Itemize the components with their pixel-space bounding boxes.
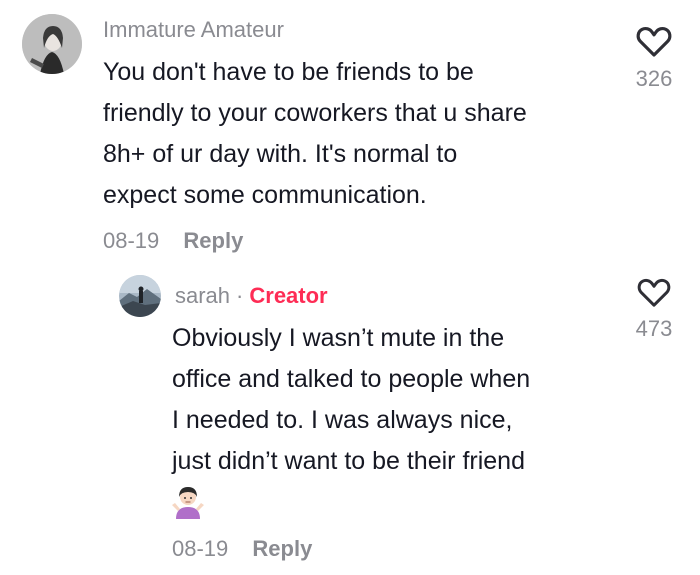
comment-line: You don't have to be friends to be (103, 58, 474, 86)
reply-like-count: 473 (635, 316, 673, 341)
reply-line: Obviously I wasn’t mute in the (172, 324, 505, 352)
creator-badge: Creator (249, 283, 328, 308)
reply-avatar[interactable] (119, 275, 161, 317)
comment-date: 08-19 (103, 228, 160, 253)
comment-line: 8h+ of ur day with. It's normal to (103, 140, 458, 168)
separator-dot: · (236, 283, 244, 308)
comment-line: friendly to your coworkers that u share (103, 99, 527, 127)
reply-text: Obviously I wasn’t mute in the office an… (172, 318, 530, 482)
reply-line: just didn’t want to be their friend (172, 447, 525, 475)
reply-username[interactable]: sarah (175, 283, 230, 308)
commenter-avatar[interactable] (22, 14, 82, 74)
comment-like-button[interactable]: 326 (626, 26, 682, 92)
comments-thread: Immature Amateur You don't have to be fr… (0, 0, 700, 575)
comment-like-count: 326 (635, 66, 673, 91)
commenter-username[interactable]: Immature Amateur (103, 17, 284, 43)
reply-date: 08-19 (172, 536, 229, 561)
comment-text: You don't have to be friends to be frien… (103, 52, 527, 216)
reply-reply-button[interactable]: Reply (252, 536, 312, 561)
reply-line: office and talked to people when (172, 365, 531, 393)
comment-line: expect some communication. (103, 181, 427, 209)
heart-outline-icon (637, 278, 671, 307)
comment-meta: 08-19 Reply (103, 228, 243, 254)
person-shrugging-emoji-icon (170, 483, 206, 519)
comment-reply-button[interactable]: Reply (183, 228, 243, 253)
reply-author-line: sarah · Creator (175, 283, 328, 309)
reply-meta: 08-19 Reply (172, 536, 312, 562)
reply-like-button[interactable]: 473 (626, 278, 682, 342)
reply-line: I needed to. I was always nice, (172, 406, 513, 434)
heart-outline-icon (636, 26, 672, 57)
